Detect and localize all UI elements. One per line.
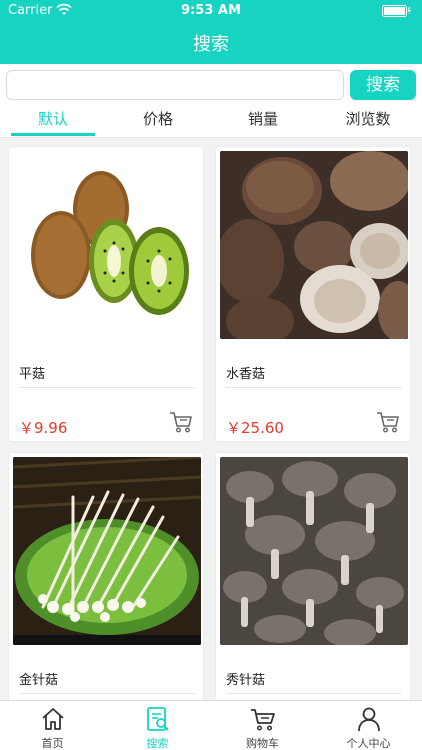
product-card[interactable]: 金针菇: [8, 452, 204, 702]
shiitake-mushrooms-image: [220, 151, 408, 339]
bottom-tab-bar: 首页 搜索 购物车 个人中心: [0, 700, 422, 750]
product-card[interactable]: 秀针菇: [215, 452, 411, 702]
active-tab-indicator: [11, 133, 95, 136]
tabbar-item-cart[interactable]: 购物车: [210, 701, 315, 750]
product-card[interactable]: 平菇 ￥9.96: [8, 146, 204, 442]
tabbar-label: 购物车: [246, 737, 279, 750]
page-title: 搜索: [193, 34, 229, 55]
enoki-mushrooms-image: [13, 457, 201, 645]
cart-icon: [251, 709, 275, 731]
product-name: 平菇: [19, 367, 46, 382]
divider: [19, 387, 195, 388]
status-bar: Carrier 9:53 AM: [0, 0, 422, 22]
product-card[interactable]: 水香菇 ￥25.60: [215, 146, 411, 442]
divider: [226, 387, 402, 388]
tabbar-item-search[interactable]: 搜索: [105, 701, 210, 750]
search-doc-icon: [147, 707, 169, 731]
product-image[interactable]: [220, 457, 408, 645]
clock: 9:53 AM: [181, 3, 241, 18]
tabbar-item-home[interactable]: 首页: [0, 701, 105, 750]
kiwi-fruit-image: [31, 171, 189, 315]
product-price: ￥25.60: [226, 419, 284, 437]
oyster-mushrooms-image: [220, 457, 408, 645]
tab-views[interactable]: 浏览数: [318, 106, 418, 138]
product-image[interactable]: [13, 457, 201, 645]
search-bar: 搜索: [0, 64, 422, 106]
product-price: ￥9.96: [19, 419, 68, 437]
search-input[interactable]: [6, 70, 344, 100]
tab-price[interactable]: 价格: [108, 106, 208, 138]
product-image[interactable]: [13, 151, 201, 339]
tabbar-label: 首页: [41, 737, 64, 750]
add-to-cart-icon[interactable]: [376, 410, 400, 434]
product-image[interactable]: [220, 151, 408, 339]
tab-sales[interactable]: 销量: [213, 106, 313, 138]
top-bar: Carrier 9:53 AM 搜索: [0, 0, 422, 64]
sort-tabs: 默认 价格 销量 浏览数: [0, 106, 422, 138]
user-icon: [358, 707, 380, 732]
divider: [226, 693, 402, 694]
divider: [19, 693, 195, 694]
product-name: 金针菇: [19, 673, 59, 688]
tabbar-label: 搜索: [146, 737, 169, 750]
battery-icon: [382, 5, 411, 17]
add-to-cart-icon[interactable]: [169, 410, 193, 434]
tabbar-item-profile[interactable]: 个人中心: [316, 701, 421, 750]
product-name: 水香菇: [226, 367, 266, 382]
product-name: 秀针菇: [226, 673, 266, 688]
tabbar-label: 个人中心: [346, 737, 391, 750]
search-button[interactable]: 搜索: [350, 70, 416, 100]
home-icon: [42, 708, 64, 730]
